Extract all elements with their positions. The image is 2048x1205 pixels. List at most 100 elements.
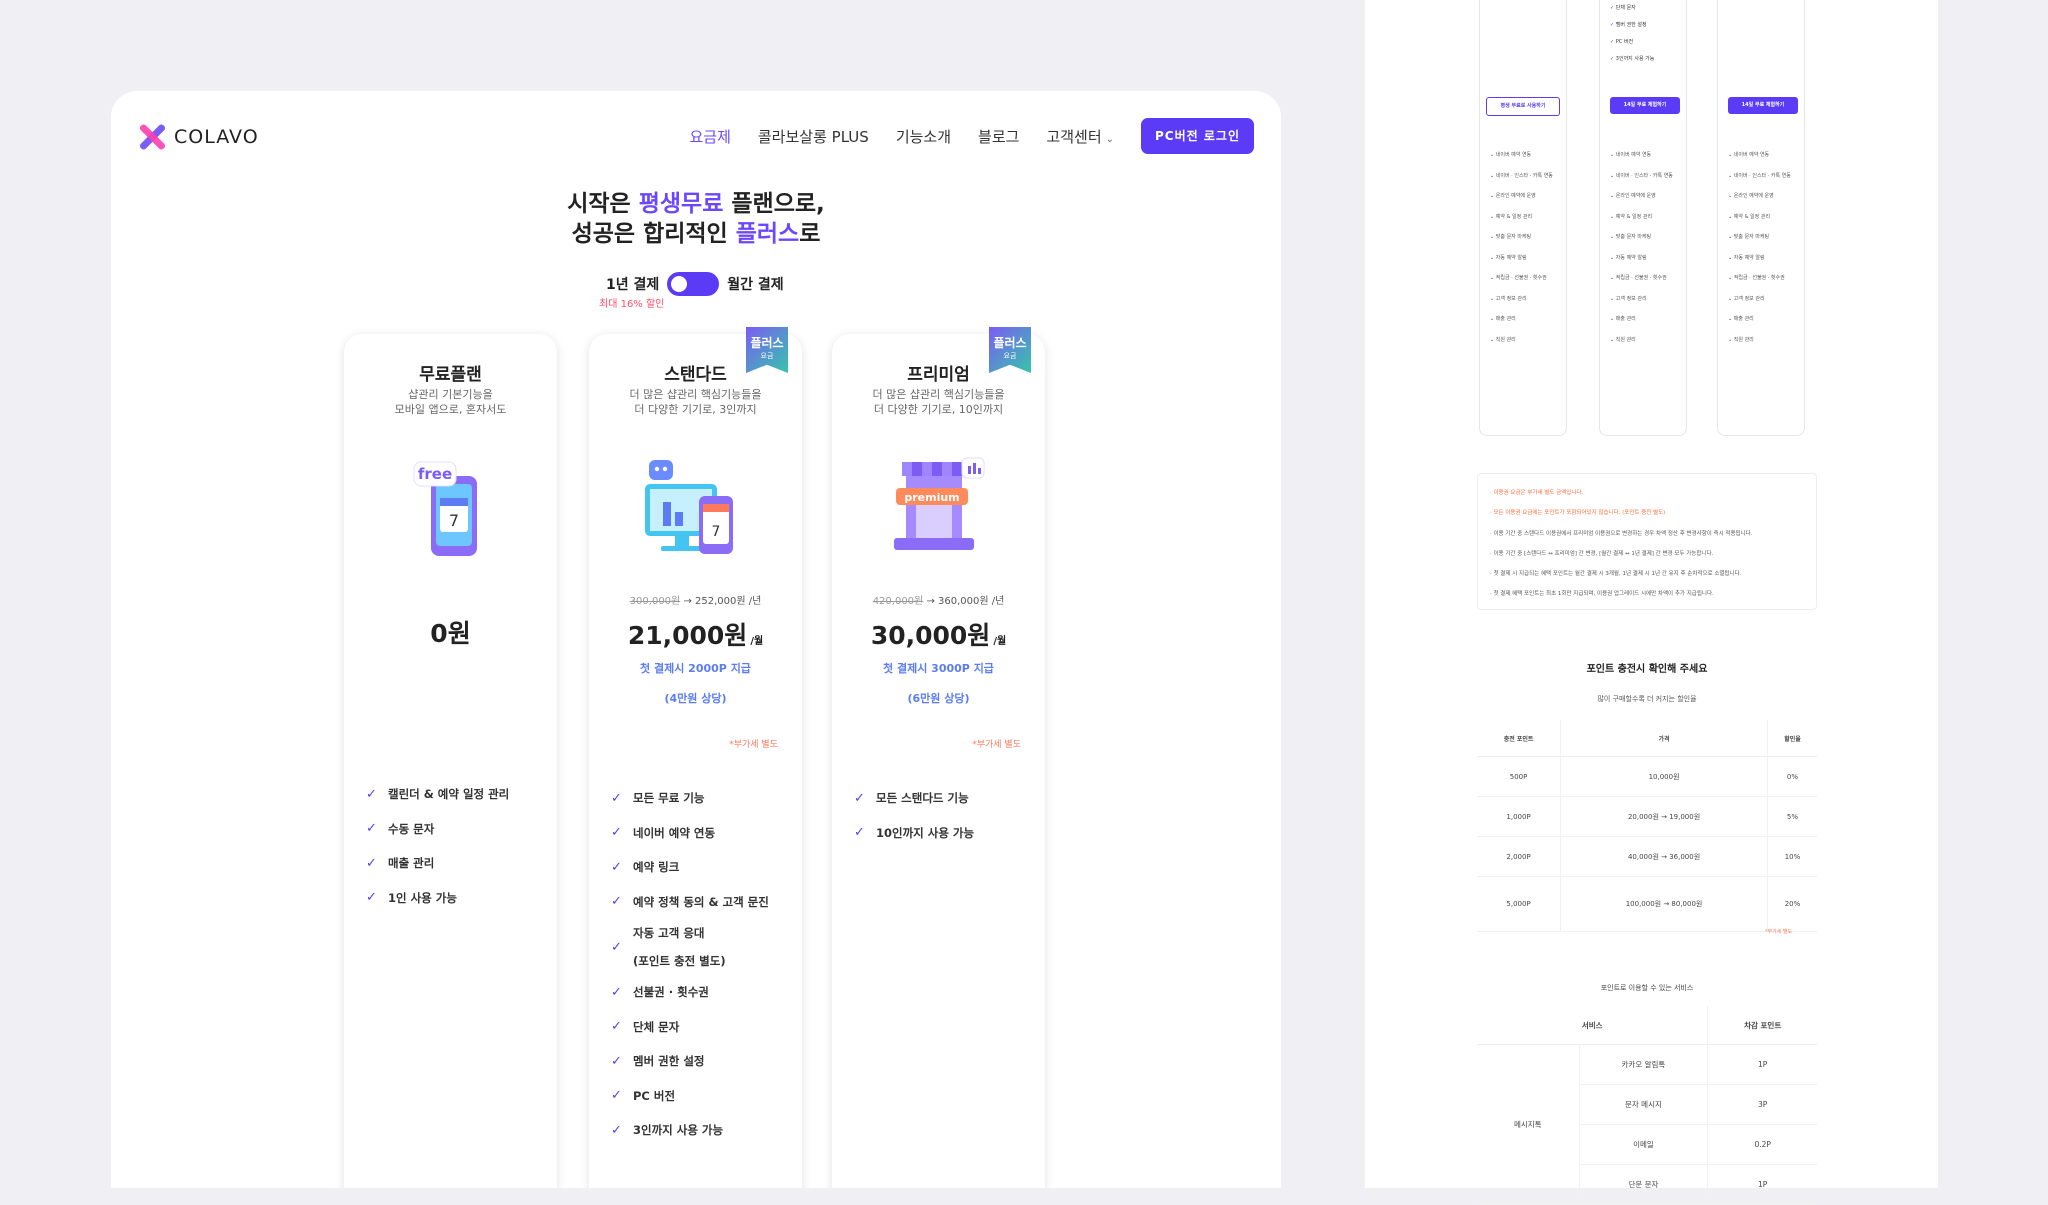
hero-text: 시작은: [567, 191, 639, 217]
mini-feature-item[interactable]: 네이버 예약 연동: [1490, 145, 1562, 166]
feature-text: 네이버 예약 연동: [633, 825, 716, 840]
feature-text: 모든 스탠다드 기능: [876, 791, 969, 806]
mini-feature-item[interactable]: 고객 정보 관리: [1610, 289, 1682, 310]
mini-feature-item[interactable]: 네이버 예약 연동: [1610, 145, 1682, 166]
premium-trial-button[interactable]: 14일 무료 체험하기: [1728, 97, 1798, 114]
mini-feature-item[interactable]: 자동 예약 알림: [1490, 248, 1562, 269]
feature-text: PC 버전: [633, 1088, 676, 1103]
mini-top-feature: 단체 문자: [1610, 5, 1636, 11]
check-icon: ✓: [611, 1088, 622, 1104]
premium-sign-text: premium: [904, 491, 959, 504]
table-cell: 10,000원: [1560, 756, 1768, 797]
plan-card-premium: 플러스 요금 프리미엄 더 많은 샵관리 핵심기능들을 더 다양한 기기로, 10…: [832, 327, 1045, 1188]
ribbon-label: 플러스: [750, 336, 784, 350]
logo-mark-icon: [138, 123, 167, 151]
plan-price: 0원: [430, 619, 471, 648]
feature-list: ✓ 모든 스탠다드 기능 ✓ 10인까지 사용 가능: [854, 781, 1035, 850]
nav-item-blog[interactable]: 블로그: [978, 126, 1019, 147]
mini-feature-item[interactable]: 매출 관리: [1728, 309, 1800, 330]
mini-feature-item[interactable]: 적립금 · 선불권 · 횟수권: [1490, 268, 1562, 289]
mini-feature-item[interactable]: 자동 예약 알림: [1728, 248, 1800, 269]
bonus-value: (6만원 상당): [907, 692, 970, 705]
table-cell: 20%: [1766, 876, 1817, 932]
nav-item-support[interactable]: 고객센터 ⌄: [1046, 126, 1114, 147]
mini-feature-item[interactable]: 적립금 · 선불권 · 횟수권: [1728, 268, 1800, 289]
yearly-billing-label[interactable]: 1년 결제: [606, 274, 659, 294]
hero-text: 로: [799, 221, 821, 247]
feature-item: ✓ 캘린더 & 예약 일정 관리: [366, 777, 547, 812]
table-cell: 1,000P: [1477, 796, 1561, 837]
price-amount: 30,000원: [870, 621, 991, 650]
nav-item-salon-plus[interactable]: 콜라보살롱 PLUS: [758, 126, 869, 147]
mini-feature-list: 네이버 예약 연동 네이버 · 인스타 · 카톡 연동 온라인 예약에 운영 예…: [1490, 145, 1562, 350]
pc-login-button[interactable]: PC버전 로그인: [1141, 118, 1254, 154]
yearly-price-line: 300,000원 → 252,000원 /년: [589, 592, 802, 607]
mini-feature-item[interactable]: 온라인 예약에 운영: [1490, 186, 1562, 207]
column-header: 충전 포인트: [1477, 720, 1561, 757]
table-cell: 500P: [1477, 756, 1561, 797]
pricing-note: · 모든 이용권 요금에는 포인트가 포함되어있지 않습니다. (포인트 충전 …: [1490, 510, 1666, 517]
nav-item-pricing[interactable]: 요금제: [689, 126, 730, 147]
check-icon: ✓: [611, 894, 622, 910]
column-header: 차감 포인트: [1707, 1006, 1817, 1045]
mini-feature-item[interactable]: 맞춤 문자 마케팅: [1490, 227, 1562, 248]
discount-note: 최대 16% 할인: [599, 299, 665, 310]
table-row: 1,000P 20,000원 → 19,000원 5%: [1477, 796, 1817, 837]
mini-feature-item[interactable]: 적립금 · 선불권 · 횟수권: [1610, 268, 1682, 289]
mini-feature-item[interactable]: 직원 관리: [1610, 330, 1682, 351]
mini-feature-item[interactable]: 온라인 예약에 운영: [1728, 186, 1800, 207]
mini-feature-item[interactable]: 예약 & 일정 관리: [1610, 207, 1682, 228]
mini-feature-item[interactable]: 예약 & 일정 관리: [1728, 207, 1800, 228]
feature-text: 단체 문자: [633, 1019, 680, 1034]
feature-text: 예약 정책 동의 & 고객 문진: [633, 894, 769, 909]
mini-feature-item[interactable]: 네이버 · 인스타 · 카톡 연동: [1610, 166, 1682, 187]
monthly-billing-label[interactable]: 월간 결제: [727, 274, 783, 294]
table-cell: 1P: [1707, 1164, 1817, 1205]
plan-title: 스탠다드: [664, 365, 727, 385]
table-cell: 3P: [1707, 1084, 1817, 1125]
plan-subtitle: 더 많은 샵관리 핵심기능들을 더 다양한 기기로, 10인까지: [872, 388, 1005, 416]
chevron-down-icon: ⌄: [1105, 133, 1115, 145]
yearly-price: → 360,000원 /년: [926, 596, 1005, 607]
feature-item: ✓ 예약 링크: [611, 850, 792, 885]
mini-card-premium: 14일 무료 체험하기 네이버 예약 연동 네이버 · 인스타 · 카톡 연동 …: [1717, 0, 1805, 436]
feature-item: ✓ 멤버 권한 설정: [611, 1044, 792, 1079]
mini-feature-item[interactable]: 직원 관리: [1490, 330, 1562, 351]
mini-feature-item[interactable]: 네이버 예약 연동: [1728, 145, 1800, 166]
mini-feature-item[interactable]: 매출 관리: [1610, 309, 1682, 330]
check-icon: ✓: [611, 939, 622, 955]
mini-feature-item[interactable]: 예약 & 일정 관리: [1490, 207, 1562, 228]
feature-item: ✓ 1인 사용 가능: [366, 881, 547, 916]
table-cell: 40,000원 → 36,000원: [1560, 836, 1768, 877]
mini-feature-item[interactable]: 네이버 · 인스타 · 카톡 연동: [1490, 166, 1562, 187]
pricing-notes-box: · 이용권 요금은 부가세 별도 금액입니다. · 모든 이용권 요금에는 포인…: [1477, 473, 1817, 610]
nav-item-features[interactable]: 기능소개: [896, 126, 951, 147]
colavo-logo[interactable]: COLAVO: [138, 123, 259, 151]
table-header-row: 서비스 차감 포인트: [1477, 1006, 1817, 1045]
mini-feature-item[interactable]: 고객 정보 관리: [1728, 289, 1800, 310]
bonus-points: 첫 결제시 3000P 지급: [883, 662, 994, 675]
mini-feature-item[interactable]: 매출 관리: [1490, 309, 1562, 330]
feature-text: 매출 관리: [388, 856, 435, 871]
points-price-table: 충전 포인트 가격 할인율 500P 10,000원 0% 1,000P 20,…: [1477, 720, 1817, 932]
feature-item: ✓ 자동 고객 응대 (포인트 충전 별도): [611, 919, 792, 975]
shop-illustration: premium: [893, 457, 984, 550]
standard-trial-button[interactable]: 14일 무료 체험하기: [1610, 97, 1680, 114]
mini-feature-item[interactable]: 네이버 · 인스타 · 카톡 연동: [1728, 166, 1800, 187]
mini-feature-item[interactable]: 고객 정보 관리: [1490, 289, 1562, 310]
mini-feature-item[interactable]: 온라인 예약에 운영: [1610, 186, 1682, 207]
calendar-day-number: 7: [711, 524, 720, 540]
logo-text: COLAVO: [174, 126, 259, 148]
feature-item: ✓ 10인까지 사용 가능: [854, 816, 1035, 851]
table-cell: 10%: [1766, 836, 1817, 877]
free-start-button[interactable]: 평생 무료로 사용하기: [1486, 97, 1560, 116]
nav-item-support-label: 고객센터: [1046, 127, 1102, 146]
mini-feature-item[interactable]: 직원 관리: [1728, 330, 1800, 351]
mini-feature-item[interactable]: 맞춤 문자 마케팅: [1728, 227, 1800, 248]
check-icon: ✓: [611, 1053, 622, 1069]
mini-feature-item[interactable]: 맞춤 문자 마케팅: [1610, 227, 1682, 248]
billing-period-toggle[interactable]: [667, 272, 720, 296]
mini-feature-item[interactable]: 자동 예약 알림: [1610, 248, 1682, 269]
billing-toggle-row: 1년 결제 월간 결제: [606, 272, 784, 296]
table-cell: 단문 문자: [1578, 1164, 1708, 1205]
